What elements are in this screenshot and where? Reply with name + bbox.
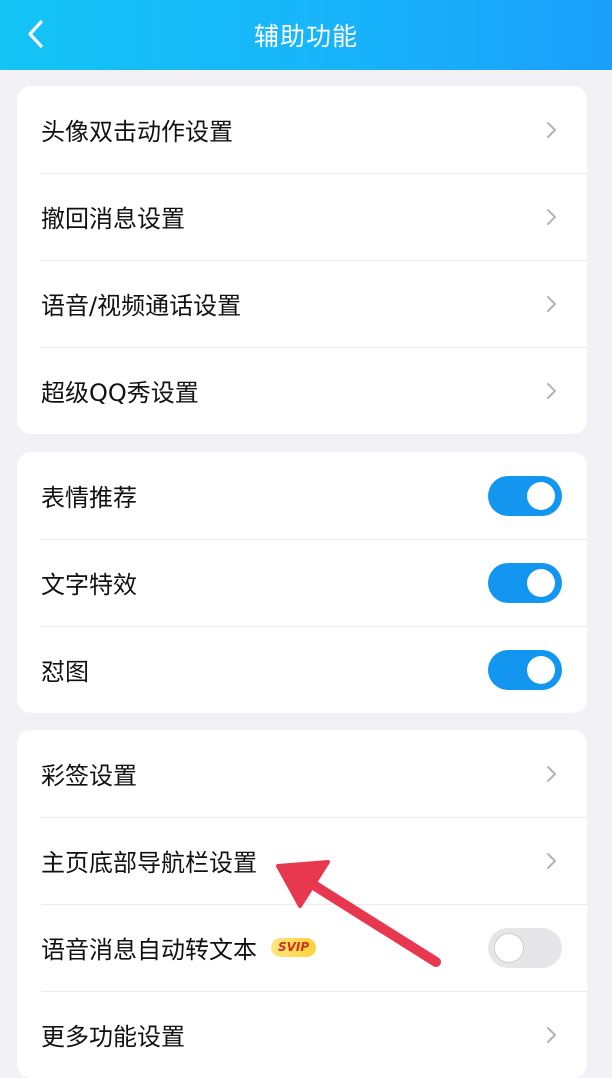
chevron-right-icon — [547, 765, 556, 782]
page-title: 辅助功能 — [253, 22, 358, 51]
chevron-right-icon — [547, 295, 556, 312]
setting-label: 彩签设置 — [41, 762, 137, 790]
setting-label: 文字特效 — [41, 571, 137, 599]
setting-label: 怼图 — [41, 658, 89, 686]
chevron-right-icon — [547, 852, 556, 869]
setting-text-effects: 文字特效 — [17, 539, 587, 626]
setting-voice-video-call[interactable]: 语音/视频通话设置 — [17, 260, 587, 347]
sticker-recommend-toggle[interactable] — [488, 475, 562, 516]
voice-to-text-toggle[interactable] — [488, 927, 562, 968]
settings-group-toggles: 表情推荐 文字特效 怼图 — [17, 452, 587, 713]
setting-label: 语音/视频通话设置 — [41, 292, 242, 320]
setting-dui-tu: 怼图 — [17, 626, 587, 713]
setting-voice-to-text: 语音消息自动转文本 SVIP — [17, 904, 587, 991]
setting-home-bottom-nav[interactable]: 主页底部导航栏设置 — [17, 817, 587, 904]
setting-label: 撤回消息设置 — [41, 205, 185, 233]
chevron-right-icon — [547, 1026, 556, 1043]
chevron-right-icon — [547, 382, 556, 399]
setting-label: 头像双击动作设置 — [41, 118, 233, 146]
svip-badge: SVIP — [271, 938, 317, 957]
settings-group-misc: 彩签设置 主页底部导航栏设置 语音消息自动转文本 SVIP 更多功能设置 — [17, 730, 587, 1078]
text-effects-toggle[interactable] — [488, 562, 562, 603]
toggle-knob — [527, 481, 555, 510]
toggle-knob — [495, 933, 523, 962]
setting-recall-message[interactable]: 撤回消息设置 — [17, 173, 587, 260]
top-bar: 辅助功能 — [0, 0, 612, 70]
toggle-knob — [527, 655, 555, 684]
chevron-right-icon — [547, 208, 556, 225]
setting-label: 更多功能设置 — [41, 1023, 185, 1051]
chevron-right-icon — [547, 121, 556, 138]
setting-label: 主页底部导航栏设置 — [41, 849, 257, 877]
setting-label: 语音消息自动转文本 — [41, 936, 257, 964]
settings-group-navigation: 头像双击动作设置 撤回消息设置 语音/视频通话设置 超级QQ秀设置 — [17, 86, 587, 434]
setting-label: 超级QQ秀设置 — [41, 379, 199, 407]
dui-tu-toggle[interactable] — [488, 649, 562, 690]
toggle-knob — [527, 568, 555, 597]
setting-super-qq-show[interactable]: 超级QQ秀设置 — [17, 347, 587, 434]
setting-avatar-double-tap[interactable]: 头像双击动作设置 — [17, 86, 587, 173]
setting-sticker-recommend: 表情推荐 — [17, 452, 587, 539]
setting-color-tags[interactable]: 彩签设置 — [17, 730, 587, 817]
setting-label: 表情推荐 — [41, 484, 137, 512]
setting-more-features[interactable]: 更多功能设置 — [17, 991, 587, 1078]
